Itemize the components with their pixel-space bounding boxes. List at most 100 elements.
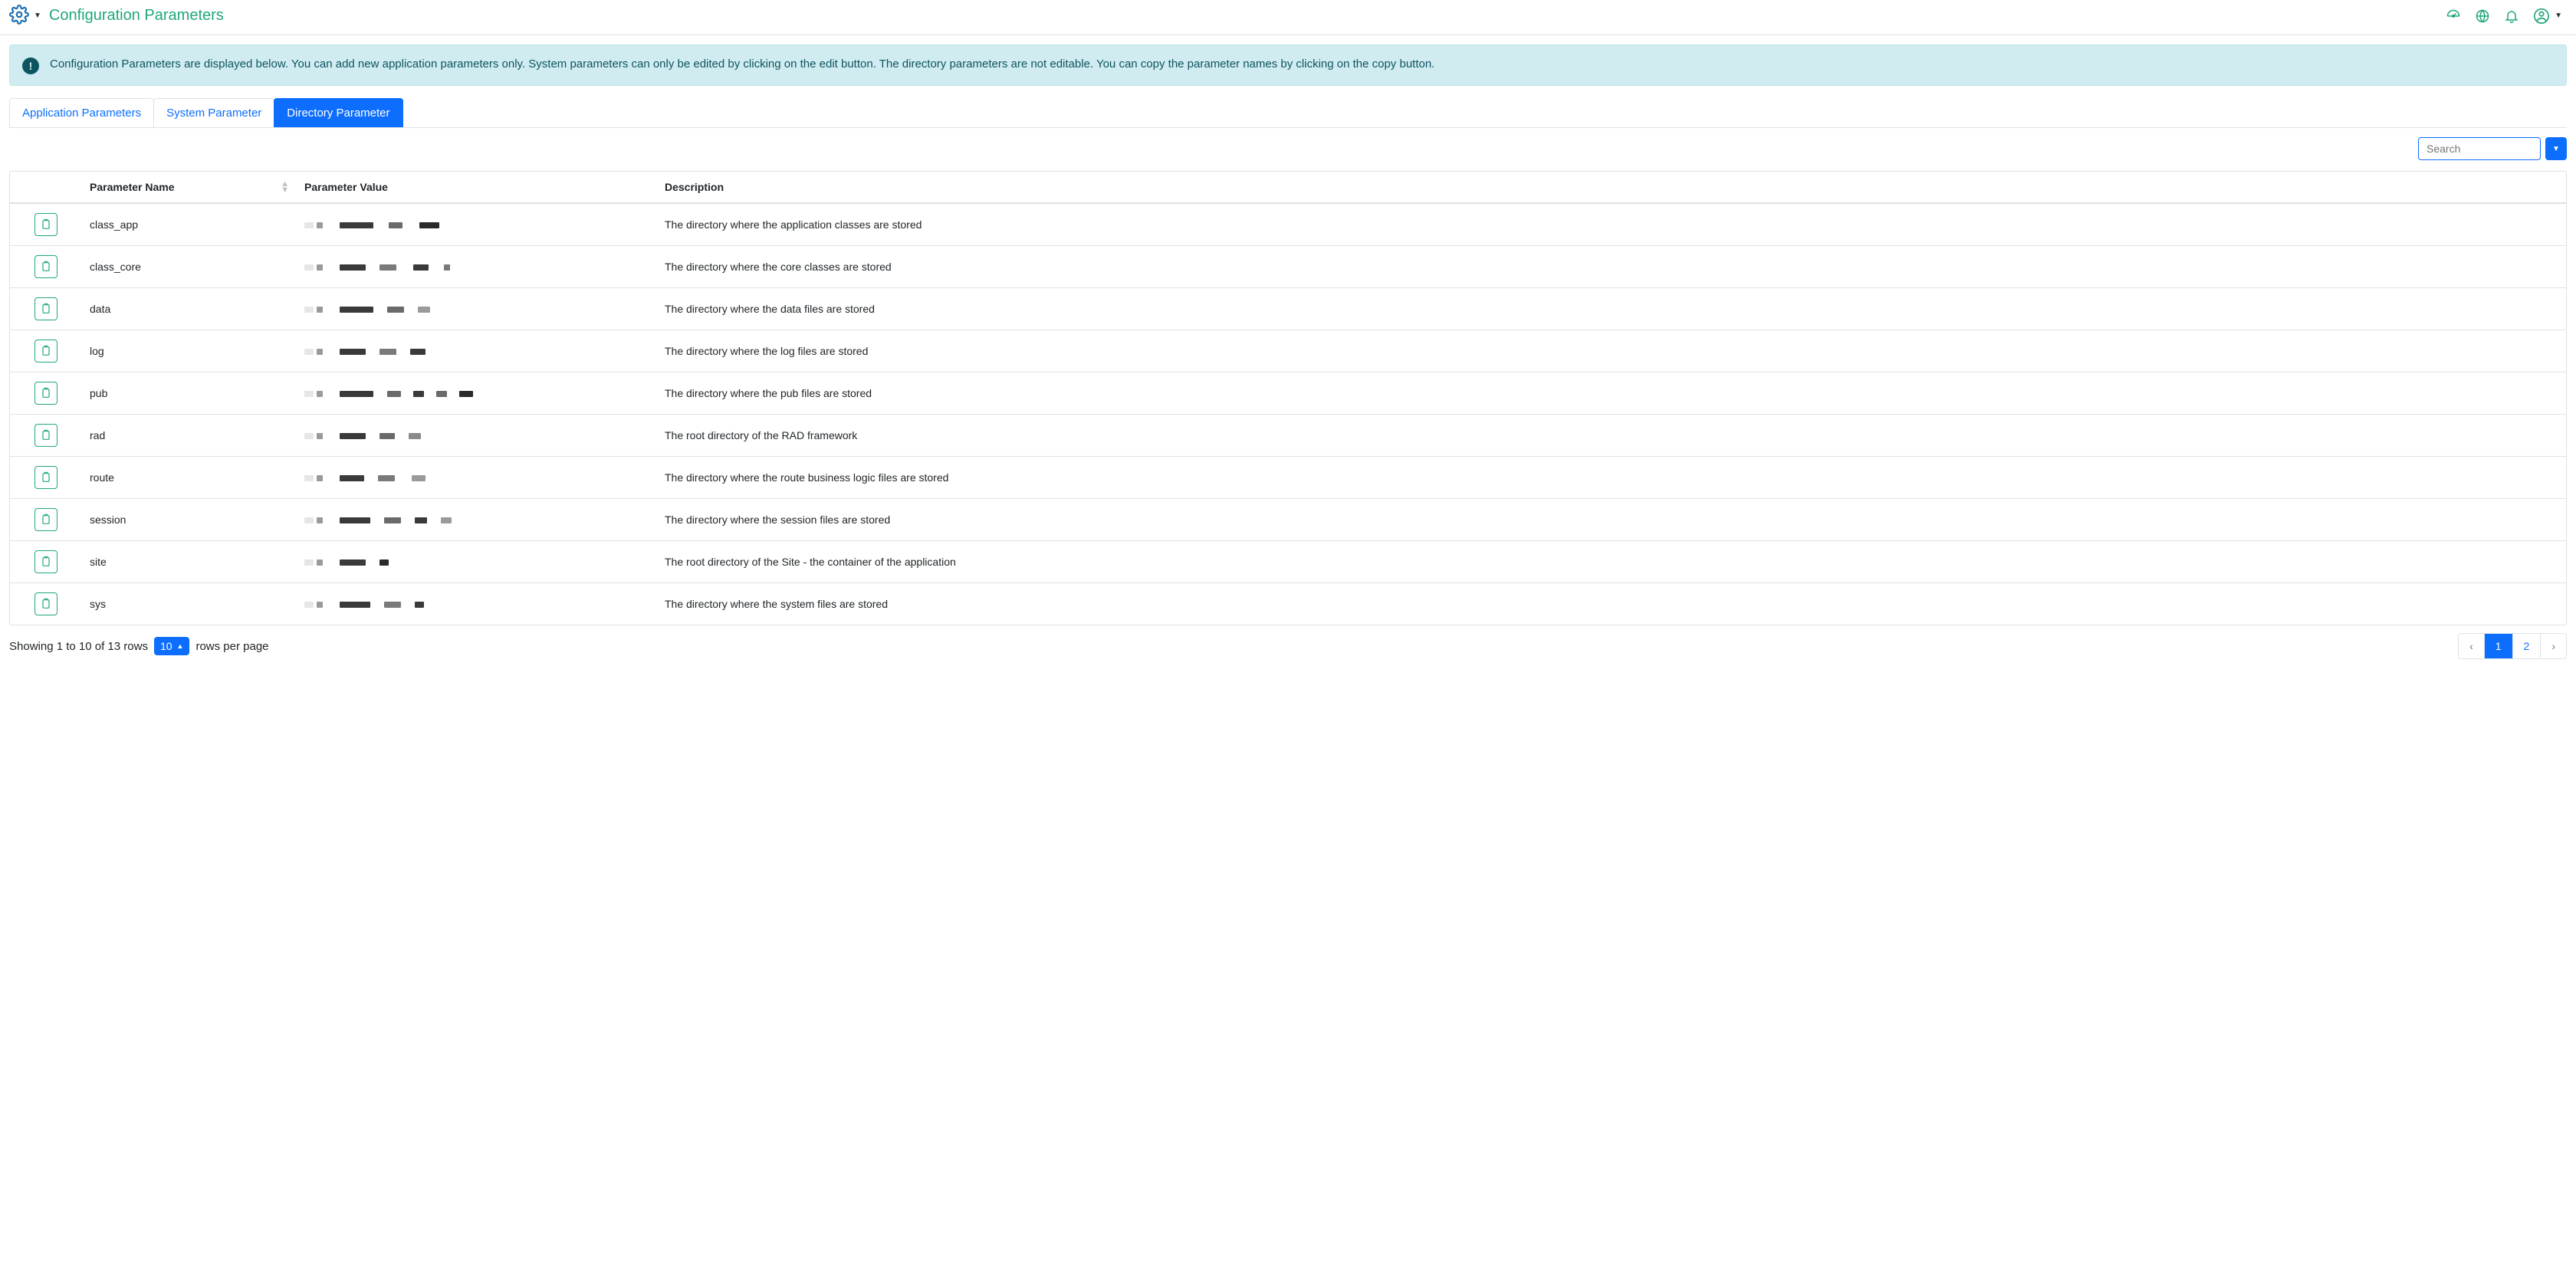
alert-text: Configuration Parameters are displayed b… — [50, 56, 1434, 74]
user-icon — [2533, 8, 2550, 25]
tab-directory-parameter[interactable]: Directory Parameter — [274, 98, 402, 127]
caret-down-icon: ▼ — [2552, 145, 2560, 153]
redacted-value — [304, 264, 450, 271]
cell-description: The directory where the route business l… — [657, 457, 2566, 499]
topbar: ▼ Configuration Parameters ▼ — [0, 0, 2576, 35]
table-row: sys The directory where the system files … — [10, 583, 2566, 625]
table-row: data The directory where the data files a… — [10, 288, 2566, 330]
caret-down-icon: ▼ — [2555, 11, 2562, 20]
app-menu[interactable]: ▼ — [9, 5, 41, 27]
cell-description: The directory where the data files are s… — [657, 288, 2566, 330]
page-1[interactable]: 1 — [2485, 634, 2513, 658]
cell-parameter-value — [297, 288, 657, 330]
copy-button[interactable] — [34, 508, 58, 531]
caret-up-icon: ▲ — [177, 642, 184, 650]
user-menu[interactable]: ▼ — [2533, 8, 2562, 25]
showing-rows-text: Showing 1 to 10 of 13 rows — [9, 640, 148, 653]
page-2[interactable]: 2 — [2513, 634, 2542, 658]
cell-parameter-value — [297, 541, 657, 583]
cell-parameter-name: data — [82, 288, 297, 330]
cell-parameter-name: log — [82, 330, 297, 372]
table-row: site The root directory of the Site - the… — [10, 541, 2566, 583]
redacted-value — [304, 517, 452, 523]
cell-parameter-name: pub — [82, 372, 297, 415]
page-prev[interactable]: ‹ — [2459, 634, 2485, 658]
table-row: class_app The directory where the applica… — [10, 203, 2566, 246]
page-title: Configuration Parameters — [49, 7, 224, 25]
cell-parameter-value — [297, 583, 657, 625]
clipboard-icon — [40, 598, 52, 610]
column-header-copy — [10, 172, 82, 203]
cell-description: The directory where the core classes are… — [657, 246, 2566, 288]
redacted-value — [304, 559, 389, 566]
copy-button[interactable] — [34, 550, 58, 573]
cell-parameter-name: sys — [82, 583, 297, 625]
copy-button[interactable] — [34, 297, 58, 320]
caret-down-icon: ▼ — [34, 11, 41, 20]
cell-description: The directory where the log files are st… — [657, 330, 2566, 372]
copy-button[interactable] — [34, 424, 58, 447]
dashboard-icon[interactable] — [2446, 8, 2461, 24]
cell-parameter-value — [297, 372, 657, 415]
info-alert: ! Configuration Parameters are displayed… — [9, 44, 2567, 86]
rows-per-page-label: rows per page — [196, 640, 268, 653]
sort-icon: ▲▼ — [281, 181, 289, 193]
clipboard-icon — [40, 303, 52, 315]
parameters-table: Parameter Name ▲▼ Parameter Value Descri… — [9, 171, 2567, 625]
page-next[interactable]: › — [2541, 634, 2566, 658]
table-row: rad The root directory of the RAD framewo… — [10, 415, 2566, 457]
cell-parameter-value — [297, 415, 657, 457]
table-row: sessionThe directory where the session f… — [10, 499, 2566, 541]
bell-icon[interactable] — [2504, 8, 2519, 24]
cell-description: The directory where the application clas… — [657, 203, 2566, 246]
redacted-value — [304, 433, 421, 439]
cell-parameter-value — [297, 330, 657, 372]
copy-button[interactable] — [34, 340, 58, 363]
pagination: ‹ 1 2 › — [2458, 633, 2567, 659]
copy-button[interactable] — [34, 213, 58, 236]
column-header-description: Description — [657, 172, 2566, 203]
clipboard-icon — [40, 387, 52, 399]
redacted-value — [304, 349, 426, 355]
topbar-left: ▼ Configuration Parameters — [9, 5, 224, 27]
cell-description: The root directory of the Site - the con… — [657, 541, 2566, 583]
cell-parameter-value — [297, 203, 657, 246]
clipboard-icon — [40, 471, 52, 484]
tab-application-parameters[interactable]: Application Parameters — [9, 98, 154, 127]
cell-parameter-name: class_app — [82, 203, 297, 246]
topbar-right: ▼ — [2446, 8, 2568, 25]
gear-icon — [9, 5, 29, 27]
cell-description: The root directory of the RAD framework — [657, 415, 2566, 457]
table-toolbar: ▼ — [9, 137, 2567, 160]
cell-parameter-name: site — [82, 541, 297, 583]
redacted-value — [304, 475, 426, 481]
cell-description: The directory where the system files are… — [657, 583, 2566, 625]
tabs: Application Parameters System Parameter … — [9, 98, 2567, 128]
copy-button[interactable] — [34, 382, 58, 405]
clipboard-icon — [40, 218, 52, 231]
clipboard-icon — [40, 429, 52, 441]
column-header-value: Parameter Value — [297, 172, 657, 203]
rows-per-page-select[interactable]: 10 ▲ — [154, 637, 190, 655]
cell-parameter-name: class_core — [82, 246, 297, 288]
clipboard-icon — [40, 261, 52, 273]
clipboard-icon — [40, 345, 52, 357]
search-input[interactable] — [2418, 137, 2541, 160]
column-header-name[interactable]: Parameter Name ▲▼ — [82, 172, 297, 203]
clipboard-icon — [40, 514, 52, 526]
cell-parameter-name: rad — [82, 415, 297, 457]
copy-button[interactable] — [34, 466, 58, 489]
tab-system-parameter[interactable]: System Parameter — [153, 98, 274, 127]
cell-parameter-value — [297, 246, 657, 288]
redacted-value — [304, 307, 430, 313]
table-row: routeThe directory where the route busin… — [10, 457, 2566, 499]
cell-parameter-value — [297, 457, 657, 499]
table-row: log The directory where the log files are… — [10, 330, 2566, 372]
cell-parameter-value — [297, 499, 657, 541]
table-row: pubThe directory where the pub files are… — [10, 372, 2566, 415]
copy-button[interactable] — [34, 255, 58, 278]
globe-icon[interactable] — [2475, 8, 2490, 24]
copy-button[interactable] — [34, 592, 58, 615]
toolbar-toggle-button[interactable]: ▼ — [2545, 137, 2567, 160]
redacted-value — [304, 222, 439, 228]
